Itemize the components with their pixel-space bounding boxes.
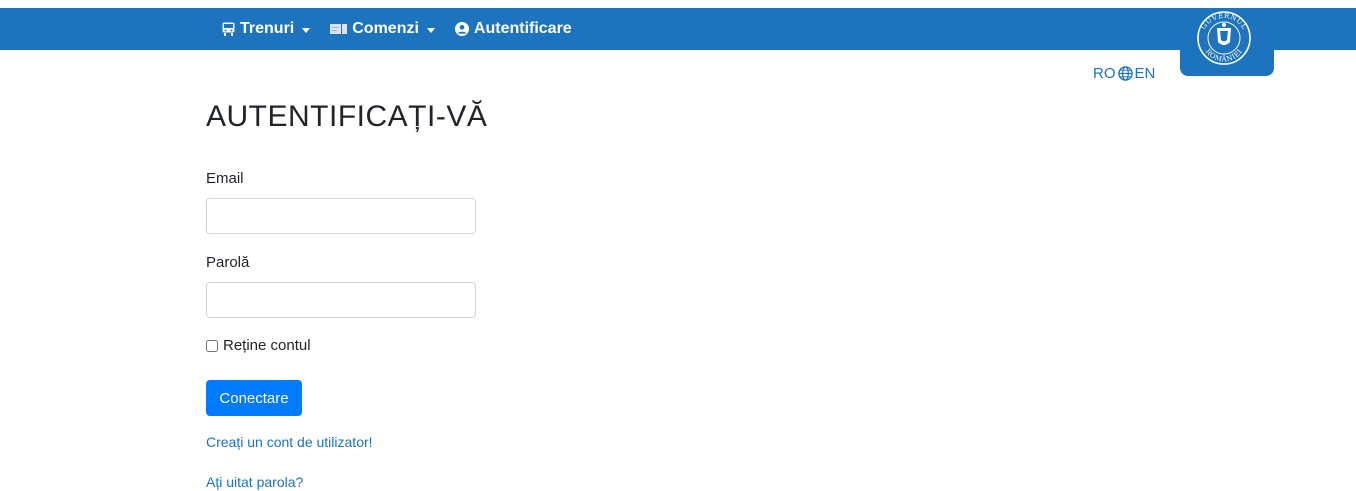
page-title: AUTENTIFICAȚI-VĂ — [206, 100, 488, 133]
login-button[interactable]: Conectare — [206, 380, 302, 416]
nav-trenuri-label: Trenuri — [240, 20, 295, 37]
lang-ro-link[interactable]: RO — [1093, 65, 1116, 82]
nav-trenuri-dropdown[interactable]: Trenuri — [222, 20, 311, 38]
remember-label: Reține contul — [223, 337, 311, 354]
nav-comenzi-dropdown[interactable]: Comenzi — [330, 20, 435, 38]
remember-checkbox[interactable] — [206, 339, 218, 352]
password-field[interactable] — [206, 282, 476, 318]
chevron-down-icon — [426, 27, 435, 33]
nav-comenzi-label: Comenzi — [352, 20, 419, 37]
emblem-text-bottom: ROMÂNIEI — [1204, 47, 1244, 63]
ticket-icon — [330, 23, 348, 35]
government-emblem-logo: GUVERNUL ROMÂNIEI — [1190, 8, 1258, 68]
nav-autentificare-label: Autentificare — [473, 20, 572, 37]
register-link[interactable]: Creați un cont de utilizator! — [206, 434, 373, 450]
user-circle-icon — [454, 22, 469, 36]
top-navbar: Trenuri Comenzi Autentificare — [0, 8, 1356, 50]
chevron-down-icon — [302, 27, 311, 33]
forgot-password-link[interactable]: Ați uitat parola? — [206, 474, 303, 490]
nav-autentificare-link[interactable]: Autentificare — [454, 20, 572, 38]
main-nav: Trenuri Comenzi Autentificare — [222, 8, 592, 50]
password-label: Parolă — [206, 254, 250, 271]
lang-en-link[interactable]: EN — [1135, 65, 1156, 82]
email-field[interactable] — [206, 198, 476, 234]
email-label: Email — [206, 170, 244, 187]
train-icon — [222, 22, 235, 36]
globe-icon — [1117, 66, 1133, 81]
svg-text:ROMÂNIEI: ROMÂNIEI — [1204, 47, 1244, 63]
language-switcher: RO EN — [1093, 65, 1155, 82]
remember-row: Reține contul — [206, 337, 311, 354]
